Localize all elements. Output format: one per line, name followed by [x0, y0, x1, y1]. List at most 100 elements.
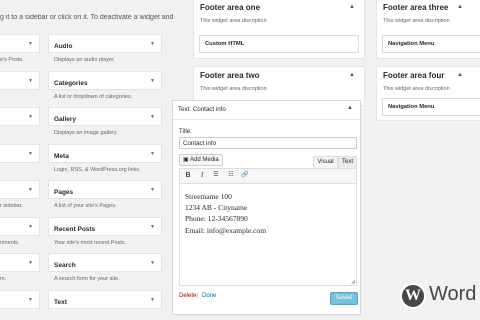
collapse-arrow-icon[interactable]: ▲ — [347, 105, 353, 111]
footer-area-four[interactable]: Footer area four ▲ This widget area disc… — [376, 66, 480, 121]
content-line: Streetname 100 — [185, 192, 232, 201]
footer-area-three-title: Footer area three — [383, 3, 449, 12]
footer-area-three-description: This widget area discription — [383, 18, 450, 24]
widget-item[interactable]: Gallery ▼ — [48, 107, 162, 126]
logo-text: Word — [429, 283, 477, 305]
footer-area-four-title: Footer area four — [383, 71, 445, 80]
wordpress-logo: W Word — [396, 280, 480, 320]
widget-item[interactable]: ▼ — [0, 180, 40, 199]
widget-title: Audio — [54, 43, 73, 50]
wordpress-w-icon: W — [405, 287, 421, 304]
numbered-list-icon[interactable]: ☷ — [226, 169, 236, 182]
footer-area-one[interactable]: Footer area one ▲ This widget area discr… — [193, 0, 365, 59]
collapse-arrow-icon[interactable]: ▲ — [457, 4, 463, 10]
widget-item[interactable]: Search ▼ — [48, 253, 162, 272]
widget-description: m. — [0, 276, 7, 282]
widget-item[interactable]: ▼ — [0, 289, 40, 309]
expand-arrow-icon[interactable]: ▼ — [28, 224, 33, 230]
text-widget-title: Text: Contact info — [178, 106, 226, 113]
widget-title: Categories — [54, 79, 88, 87]
expand-arrow-icon[interactable]: ▼ — [150, 151, 155, 157]
footer-area-one-description: This widget area discription — [200, 18, 267, 24]
widget-description: A list of your site's Pages. — [54, 203, 117, 209]
italic-icon[interactable]: I — [197, 169, 207, 182]
expand-arrow-icon[interactable]: ▼ — [28, 78, 33, 84]
saved-button[interactable]: Saved — [330, 292, 358, 305]
wordpress-badge: W — [400, 283, 426, 309]
widget-description: Displays an image gallery. — [54, 130, 118, 136]
collapse-arrow-icon[interactable]: ▲ — [349, 72, 355, 78]
tab-visual[interactable]: Visual — [313, 156, 338, 168]
title-input[interactable]: Contact info — [179, 137, 357, 149]
widget-title: Pages — [54, 189, 74, 196]
footer-area-one-title: Footer area one — [200, 3, 261, 12]
expand-arrow-icon[interactable]: ▼ — [150, 260, 155, 266]
expand-arrow-icon[interactable]: ▼ — [150, 224, 155, 230]
expand-arrow-icon[interactable]: ▼ — [150, 114, 155, 120]
widget-item[interactable]: ▼ — [0, 107, 40, 126]
expand-arrow-icon[interactable]: ▼ — [150, 78, 155, 84]
media-icon: ▣ — [183, 157, 189, 163]
widget-item[interactable]: ▼ — [0, 70, 40, 90]
collapse-arrow-icon[interactable]: ▲ — [457, 72, 463, 78]
expand-arrow-icon[interactable]: ▼ — [28, 297, 33, 303]
widget-item[interactable]: Audio ▼ — [48, 34, 162, 53]
widget-item[interactable]: ▼ — [0, 253, 40, 272]
text-widget-panel: Text: Contact info ▲ Title: Contact info… — [172, 100, 361, 315]
editor-content[interactable]: Streetname 100 1234 AB - Cityname Phone:… — [185, 191, 266, 236]
link-icon[interactable]: 🔗 — [240, 169, 250, 182]
widget-item[interactable]: Meta ▼ — [48, 143, 162, 163]
footer-area-two-description: This widget area discription — [200, 86, 267, 92]
widget-navigation-menu[interactable]: Navigation Menu — [382, 98, 480, 116]
expand-arrow-icon[interactable]: ▼ — [28, 260, 33, 266]
content-line: 1234 AB - Cityname — [185, 203, 248, 213]
expand-arrow-icon[interactable]: ▼ — [150, 297, 155, 303]
widget-title: Search — [54, 262, 76, 269]
widget-item[interactable]: ▼ — [0, 216, 40, 236]
widget-item[interactable]: ▼ — [0, 34, 40, 53]
content-line: Email: info@example.com — [185, 225, 267, 235]
widget-item[interactable]: Categories ▼ — [48, 70, 162, 90]
intro-instructions: g it to a sidebar or click on it. To dea… — [0, 14, 175, 21]
widget-description: A search form for your site. — [54, 276, 120, 282]
widget-description: A list or dropdown of categories. — [54, 93, 133, 100]
editor-toolbar: B I ☰ ☷ 🔗 — [180, 169, 356, 184]
link-separator: | — [197, 293, 199, 299]
widget-description: Displays an audio player. — [54, 57, 116, 63]
resize-handle-icon[interactable]: ◢ — [351, 279, 355, 285]
add-media-button[interactable]: ▣ Add Media — [179, 154, 223, 166]
bold-icon[interactable]: B — [183, 169, 193, 182]
footer-area-four-description: This widget area discription — [383, 86, 450, 92]
expand-arrow-icon[interactable]: ▼ — [28, 41, 33, 47]
widget-custom-html[interactable]: Custom HTML — [199, 35, 359, 53]
footer-area-two-title: Footer area two — [200, 71, 260, 80]
text-widget-header[interactable]: Text: Contact info ▲ — [173, 101, 360, 120]
collapse-arrow-icon[interactable]: ▲ — [349, 4, 355, 10]
bulleted-list-icon[interactable]: ☰ — [211, 169, 221, 182]
title-label: Title: — [179, 129, 192, 135]
widget-description: r sidebar. — [0, 203, 23, 209]
done-link[interactable]: Done — [202, 293, 216, 299]
widget-item[interactable]: Text ▼ — [48, 289, 162, 309]
text-editor[interactable]: B I ☰ ☷ 🔗 Streetname 100 1234 AB - Cityn… — [179, 168, 357, 286]
expand-arrow-icon[interactable]: ▼ — [150, 41, 155, 47]
content-line: Phone: 12-34567890 — [185, 214, 248, 224]
widget-item[interactable]: Recent Posts ▼ — [48, 216, 162, 236]
add-media-label: Add Media — [190, 157, 219, 163]
expand-arrow-icon[interactable]: ▼ — [28, 114, 33, 120]
expand-arrow-icon[interactable]: ▼ — [28, 151, 33, 157]
widget-description: Your site's most recent Posts. — [54, 239, 127, 246]
widget-description: e's Posts. — [0, 57, 24, 63]
widget-title: Meta — [54, 152, 69, 160]
delete-link[interactable]: Delete — [179, 293, 196, 299]
tab-text[interactable]: Text — [338, 156, 357, 168]
widget-item[interactable]: ▼ — [0, 143, 40, 163]
widget-description: nments. — [0, 239, 20, 246]
expand-arrow-icon[interactable]: ▼ — [150, 187, 155, 193]
expand-arrow-icon[interactable]: ▼ — [28, 187, 33, 193]
widget-title: Text — [54, 298, 67, 306]
widget-item[interactable]: Pages ▼ — [48, 180, 162, 199]
footer-area-three[interactable]: Footer area three ▲ This widget area dis… — [376, 0, 480, 59]
widget-description: Login, RSS, & WordPress.org links. — [54, 166, 141, 173]
widget-navigation-menu[interactable]: Navigation Menu — [382, 35, 480, 53]
